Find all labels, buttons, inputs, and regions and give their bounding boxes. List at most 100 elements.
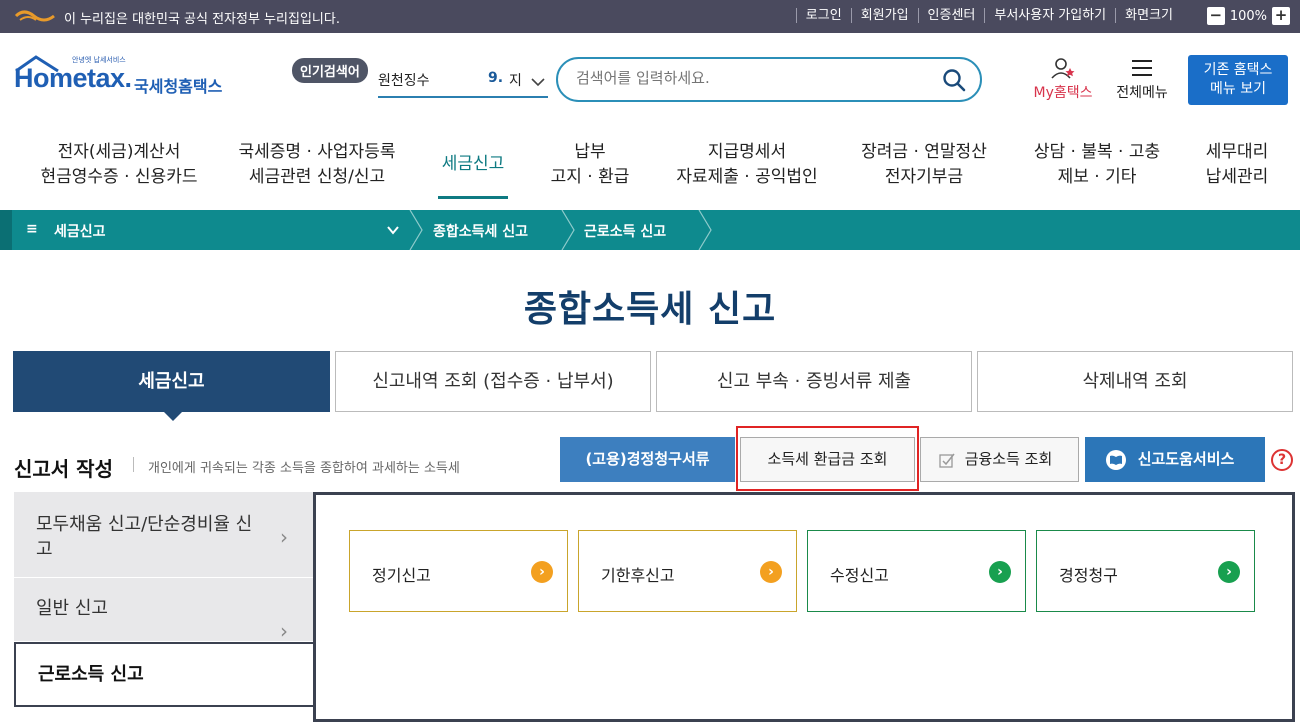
tab-tax-filing[interactable]: 세금신고 <box>13 351 330 412</box>
gnb-line2: 납세관리 <box>1205 167 1269 187</box>
breadcrumb-item-tax-filing[interactable]: 세금신고 <box>54 221 106 241</box>
left-nav: 모두채움 신고/단순경비율 신고 › 일반 신고 › 근로소득 신고 <box>14 492 314 709</box>
zoom-out-button[interactable]: − <box>1206 7 1225 25</box>
gov-notice-bar: 이 누리집은 대한민국 공식 전자정부 누리집입니다. 로그인 회원가입 인증센… <box>0 0 1300 33</box>
breadcrumb-separator-icon <box>409 210 423 250</box>
popular-search-ticker[interactable]: 원천징수 9. 지 <box>378 66 548 98</box>
popular-term: 원천징수 <box>378 73 430 89</box>
menu-lines-icon: ≡ <box>26 221 38 237</box>
popular-rank: 9. <box>488 70 504 86</box>
chevron-down-icon[interactable] <box>386 223 400 237</box>
tab-filing-history[interactable]: 신고내역 조회 (접수증 · 납부서) <box>335 351 651 412</box>
gnb-item-incentive[interactable]: 장려금 · 연말정산 전자기부금 <box>852 140 996 190</box>
arrow-right-icon: › <box>531 561 553 583</box>
gnb-line1: 상담 · 불복 · 고충 <box>1033 142 1161 162</box>
section-divider <box>133 457 134 472</box>
gnb-line1: 전자(세금)계산서 <box>57 142 181 162</box>
gnb-item-tax-agent[interactable]: 세무대리 납세관리 <box>1192 140 1282 190</box>
zoom-level: 100% <box>1229 8 1267 24</box>
breadcrumb-item-income-tax[interactable]: 종합소득세 신고 <box>433 221 528 241</box>
zoom-in-button[interactable]: + <box>1272 7 1290 25</box>
breadcrumb-item-earned-income[interactable]: 근로소득 신고 <box>584 221 666 241</box>
gov-notice-text: 이 누리집은 대한민국 공식 전자정부 누리집입니다. <box>64 12 340 27</box>
all-menu-button[interactable]: 전체메뉴 <box>1110 57 1174 102</box>
help-service-button[interactable]: 신고도움서비스 <box>1085 437 1265 482</box>
gnb-line2: 현금영수증 · 신용카드 <box>40 167 198 187</box>
page-title: 종합소득세 신고 <box>523 289 777 330</box>
popular-search-badge: 인기검색어 <box>292 58 368 83</box>
signup-link[interactable]: 회원가입 <box>850 8 918 23</box>
card-label: 정기신고 <box>372 566 431 585</box>
gnb-item-payment-statement[interactable]: 지급명세서 자료제출 · 공익법인 <box>664 140 830 190</box>
zoom-control: − 100% + <box>1206 7 1290 25</box>
claim-docs-button[interactable]: (고용)경정청구서류 <box>560 437 735 482</box>
help-service-label: 신고도움서비스 <box>1137 450 1235 468</box>
checkbox-icon <box>939 453 955 468</box>
gnb-item-consult[interactable]: 상담 · 불복 · 고충 제보 · 기타 <box>1024 140 1170 190</box>
breadcrumb-separator-icon <box>561 210 575 250</box>
hamburger-icon <box>1132 60 1152 76</box>
breadcrumb-edge <box>0 210 12 250</box>
lnb-item-label: 모두채움 신고/단순경비율 신고 <box>36 514 253 560</box>
tab-active-pointer <box>162 410 184 421</box>
search-box <box>556 57 982 102</box>
card-late-filing[interactable]: 기한후신고 › <box>578 530 797 612</box>
gnb-line1: 납부 <box>574 142 606 162</box>
breadcrumb-separator-icon <box>698 210 712 250</box>
gnb-item-invoice[interactable]: 전자(세금)계산서 현금영수증 · 신용카드 <box>34 140 204 190</box>
finance-income-label: 금융소득 조회 <box>964 450 1053 468</box>
search-icon[interactable] <box>942 68 966 92</box>
breadcrumb: ≡ 세금신고 종합소득세 신고 근로소득 신고 <box>0 210 1300 250</box>
gnb-active-underline <box>438 196 508 199</box>
gnb-item-payment[interactable]: 납부 고지 · 환급 <box>540 140 640 190</box>
main-nav: 전자(세금)계산서 현금영수증 · 신용카드 국세증명 · 사업자등록 세금관련… <box>0 140 1300 200</box>
card-amended-filing[interactable]: 수정신고 › <box>807 530 1026 612</box>
popular-next-term: 지 <box>509 73 522 89</box>
card-correction-claim[interactable]: 경정청구 › <box>1036 530 1255 612</box>
highlight-box <box>736 426 919 491</box>
gnb-item-certificate[interactable]: 국세증명 · 사업자등록 세금관련 신청/신고 <box>226 140 408 190</box>
my-hometax-button[interactable]: My홈택스 <box>1028 57 1098 102</box>
lnb-item-label: 근로소득 신고 <box>38 664 144 685</box>
gnb-item-tax-filing[interactable]: 세금신고 <box>433 152 513 177</box>
user-icon <box>1051 58 1075 79</box>
gnb-line1: 장려금 · 연말정산 <box>861 142 987 162</box>
lnb-item-label: 일반 신고 <box>36 598 108 619</box>
arrow-right-icon: › <box>989 561 1011 583</box>
section-title: 신고서 작성 <box>14 457 113 481</box>
search-input[interactable] <box>576 69 936 87</box>
chevron-down-icon[interactable] <box>530 74 546 90</box>
finance-income-button[interactable]: 금융소득 조회 <box>920 437 1079 482</box>
old-hometax-line1: 기존 홈택스 <box>1203 62 1273 78</box>
gnb-line2: 제보 · 기타 <box>1057 167 1137 187</box>
arrow-right-icon: › <box>1218 561 1240 583</box>
util-links: 로그인 회원가입 인증센터 부서사용자 가입하기 화면크기 <box>795 8 1182 23</box>
gnb-line2: 자료제출 · 공익법인 <box>676 167 818 187</box>
card-label: 기한후신고 <box>601 566 675 585</box>
all-menu-label: 전체메뉴 <box>1116 85 1168 101</box>
hometax-logo[interactable]: 안녕엣 납세서비스 Hometax. 국세청홈택스 <box>14 55 234 105</box>
card-regular-filing[interactable]: 정기신고 › <box>349 530 568 612</box>
lnb-item-general[interactable]: 일반 신고 › <box>14 578 314 643</box>
gnb-line2: 전자기부금 <box>884 167 964 187</box>
chevron-right-icon: › <box>280 524 288 549</box>
cert-center-link[interactable]: 인증센터 <box>917 8 985 23</box>
arrow-right-icon: › <box>760 561 782 583</box>
tab-attachment-submit[interactable]: 신고 부속 · 증빙서류 제출 <box>656 351 972 412</box>
tab-deleted-history[interactable]: 삭제내역 조회 <box>977 351 1293 412</box>
lnb-item-earned-income[interactable]: 근로소득 신고 <box>14 642 314 707</box>
card-label: 수정신고 <box>830 566 889 585</box>
logo-korean-name: 국세청홈택스 <box>134 77 223 96</box>
lnb-item-auto-fill[interactable]: 모두채움 신고/단순경비율 신고 › <box>14 492 314 578</box>
dept-user-signup-link[interactable]: 부서사용자 가입하기 <box>984 8 1115 23</box>
card-label: 경정청구 <box>1059 566 1118 585</box>
gov-emblem-icon <box>14 10 55 22</box>
gnb-line2: 세금관련 신청/신고 <box>248 167 386 187</box>
question-icon[interactable]: ? <box>1271 449 1293 471</box>
login-link[interactable]: 로그인 <box>795 8 851 23</box>
old-hometax-menu-button[interactable]: 기존 홈택스 메뉴 보기 <box>1188 55 1288 105</box>
book-icon <box>1106 450 1126 470</box>
screen-size-label: 화면크기 <box>1115 8 1182 23</box>
my-hometax-label: My홈택스 <box>1033 85 1093 101</box>
gnb-line1: 국세증명 · 사업자등록 <box>238 142 396 162</box>
